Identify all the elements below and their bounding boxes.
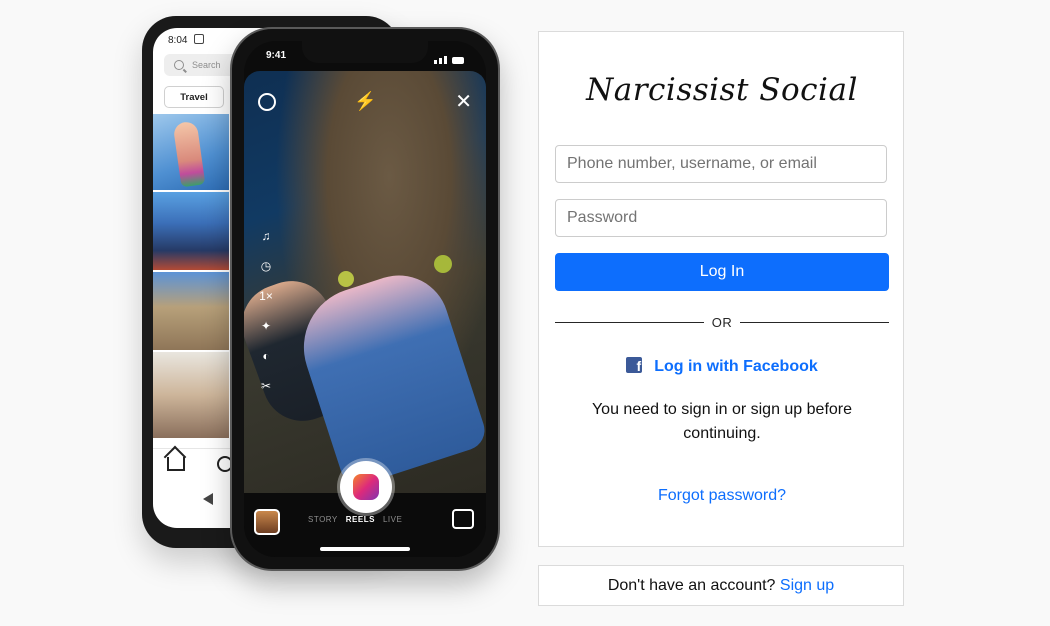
signup-prompt: Don't have an account?	[607, 577, 780, 594]
front-phone-screen: 9:41 ⚡ ✕ ♫ ◷ 1× ✦ ◐ ✂ STORY REELS LIVE	[244, 41, 486, 557]
log-in-button[interactable]: Log In	[555, 253, 889, 291]
status-icons	[434, 51, 468, 64]
forgot-password-row: Forgot password?	[539, 487, 905, 505]
home-icon	[167, 457, 185, 471]
instagram-icon	[194, 34, 205, 44]
facebook-login-link[interactable]: Log in with Facebook	[654, 358, 818, 375]
divider-line	[555, 322, 704, 323]
mode-reels: REELS	[345, 515, 375, 524]
facebook-login-row: f Log in with Facebook	[539, 357, 905, 376]
explore-thumbnail	[153, 192, 229, 270]
back-phone-search-placeholder: Search	[192, 60, 221, 70]
explore-thumbnail	[153, 272, 229, 350]
signup-link[interactable]: Sign up	[780, 577, 834, 594]
or-divider: OR	[555, 315, 889, 330]
divider-line	[740, 322, 889, 323]
front-phone-mockup: 9:41 ⚡ ✕ ♫ ◷ 1× ✦ ◐ ✂ STORY REELS LIVE	[230, 27, 500, 571]
timer-icon: ◷	[260, 259, 272, 273]
front-phone-time: 9:41	[266, 50, 287, 61]
password-input[interactable]	[555, 199, 887, 237]
camera-modes: STORY REELS LIVE	[308, 515, 402, 524]
record-button	[340, 461, 392, 513]
search-icon	[174, 60, 184, 70]
sign-in-notice: You need to sign in or sign up before co…	[591, 401, 853, 442]
forgot-password-link[interactable]: Forgot password?	[658, 487, 786, 504]
back-phone-status: 8:04	[168, 34, 205, 46]
effects-icon: ✦	[260, 319, 272, 333]
align-icon: ◐	[262, 349, 270, 363]
explore-thumbnail	[153, 352, 229, 438]
back-phone-time: 8:04	[168, 35, 188, 46]
mode-live: LIVE	[382, 515, 403, 524]
reels-icon	[353, 474, 379, 500]
or-text: OR	[711, 315, 733, 330]
explore-thumbnail	[153, 114, 229, 190]
gallery-thumbnail	[254, 509, 280, 535]
music-icon: ♫	[261, 229, 271, 243]
flip-camera-icon	[452, 509, 474, 529]
home-indicator	[320, 547, 410, 551]
facebook-icon[interactable]: f	[626, 357, 643, 373]
reels-camera-preview	[244, 71, 486, 493]
brand-logo: Narcissist Social	[586, 72, 858, 108]
reels-tools: ♫ ◷ 1× ✦ ◐ ✂	[256, 221, 276, 401]
username-input[interactable]	[555, 145, 887, 183]
close-icon: ✕	[455, 91, 472, 113]
settings-icon	[258, 93, 276, 111]
signup-card: Don't have an account? Sign up	[538, 565, 904, 606]
flash-off-icon: ⚡	[354, 91, 377, 111]
back-phone-chip: Travel	[164, 86, 224, 108]
back-arrow-icon	[203, 493, 213, 505]
speed-icon: 1×	[259, 289, 273, 303]
phone-notch	[302, 41, 428, 63]
login-card: Narcissist Social Log In OR f Log in with…	[538, 31, 904, 547]
mode-story: STORY	[308, 515, 338, 524]
cut-icon: ✂	[260, 379, 272, 393]
